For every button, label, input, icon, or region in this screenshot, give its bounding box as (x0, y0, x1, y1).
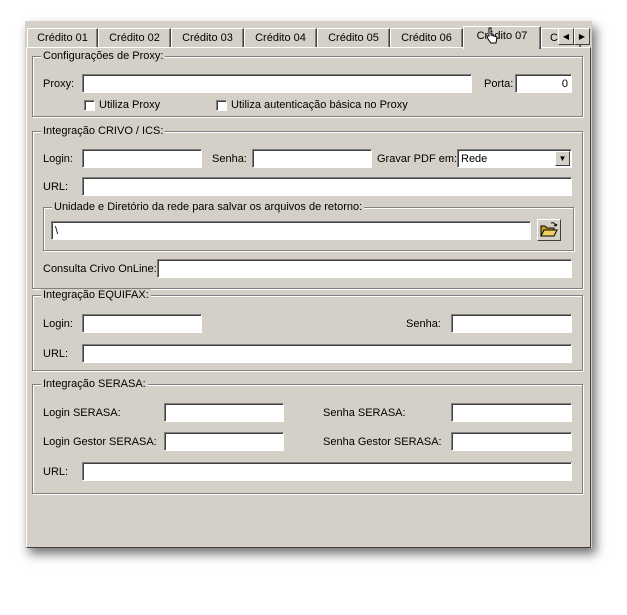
equifax-login-input[interactable] (82, 314, 202, 333)
tab-credito-05[interactable]: Crédito 05 (317, 28, 390, 48)
consulta-crivo-input[interactable] (157, 259, 572, 278)
crivo-url-label: URL: (43, 181, 69, 193)
crivo-group-title: Integração CRIVO / ICS: (41, 125, 166, 138)
consulta-crivo-label: Consulta Crivo OnLine: (43, 263, 157, 275)
crivo-url-input[interactable] (82, 177, 572, 196)
serasa-senha-gestor-input[interactable] (451, 432, 572, 451)
gravar-pdf-label: Gravar PDF em: (377, 153, 458, 165)
serasa-senha-label: Senha SERASA: (323, 407, 406, 419)
tab-strip: Crédito 01 Crédito 02 Crédito 03 Crédito… (25, 26, 592, 49)
proxy-group: Configurações de Proxy: Proxy: Porta: 0 … (32, 50, 583, 117)
tab-page: Configurações de Proxy: Proxy: Porta: 0 … (26, 47, 591, 548)
tab-label: Crédito 05 (328, 32, 379, 44)
tab-scroll-buttons: ◀ ▶ (558, 28, 590, 45)
proxy-group-title: Configurações de Proxy: (41, 50, 166, 63)
crivo-login-label: Login: (43, 153, 73, 165)
serasa-group-title: Integração SERASA: (41, 378, 148, 391)
tab-credito-02[interactable]: Crédito 02 (98, 28, 171, 48)
tab-credito-01[interactable]: Crédito 01 (27, 28, 98, 48)
crivo-login-input[interactable] (82, 149, 202, 168)
serasa-senha-gestor-label: Senha Gestor SERASA: (323, 436, 442, 448)
equifax-url-label: URL: (43, 348, 69, 360)
tab-label: Crédito 06 (401, 32, 452, 44)
utiliza-auth-checkbox[interactable] (216, 100, 227, 111)
tab-scroll-left-button[interactable]: ◀ (558, 28, 574, 45)
mouse-cursor-icon (486, 27, 498, 44)
serasa-group: Integração SERASA: Login SERASA: Senha S… (32, 378, 583, 494)
serasa-url-input[interactable] (82, 462, 572, 481)
equifax-senha-label: Senha: (406, 318, 441, 330)
tab-label: Crédito 04 (255, 32, 306, 44)
crivo-senha-input[interactable] (252, 149, 372, 168)
equifax-group-title: Integração EQUIFAX: (41, 289, 151, 302)
proxy-input[interactable] (82, 74, 472, 93)
tab-credito-06[interactable]: Crédito 06 (390, 28, 463, 48)
porta-input[interactable]: 0 (515, 74, 572, 93)
open-folder-icon (540, 222, 558, 237)
browse-folder-button[interactable] (537, 219, 561, 241)
crivo-senha-label: Senha: (212, 153, 247, 165)
equifax-login-label: Login: (43, 318, 73, 330)
utiliza-proxy-checkbox[interactable] (84, 100, 95, 111)
tab-label: Crédito 02 (109, 32, 160, 44)
equifax-senha-input[interactable] (451, 314, 572, 333)
settings-window: Crédito 01 Crédito 02 Crédito 03 Crédito… (25, 21, 592, 548)
tab-label: Crédito 01 (37, 32, 88, 44)
utiliza-proxy-label: Utiliza Proxy (99, 99, 161, 111)
serasa-login-input[interactable] (164, 403, 284, 422)
serasa-url-label: URL: (43, 466, 69, 478)
directory-input[interactable]: \ (51, 221, 531, 240)
gravar-pdf-select[interactable]: Rede ▼ (457, 149, 572, 168)
crivo-group: Integração CRIVO / ICS: Login: Senha: Gr… (32, 125, 583, 289)
serasa-login-gestor-input[interactable] (164, 432, 284, 451)
chevron-down-icon[interactable]: ▼ (555, 151, 570, 166)
serasa-login-gestor-label: Login Gestor SERASA: (43, 436, 157, 448)
gravar-pdf-value: Rede (461, 153, 488, 165)
proxy-label: Proxy: (43, 78, 75, 90)
tab-credito-04[interactable]: Crédito 04 (244, 28, 317, 48)
directory-group-title: Unidade e Diretório da rede para salvar … (52, 201, 365, 214)
equifax-url-input[interactable] (82, 344, 572, 363)
tab-scroll-right-button[interactable]: ▶ (574, 28, 590, 45)
equifax-group: Integração EQUIFAX: Login: Senha: URL: (32, 289, 583, 371)
porta-label: Porta: (484, 78, 514, 90)
serasa-senha-input[interactable] (451, 403, 572, 422)
serasa-login-label: Login SERASA: (43, 407, 121, 419)
tab-credito-03[interactable]: Crédito 03 (171, 28, 244, 48)
directory-group: Unidade e Diretório da rede para salvar … (43, 201, 574, 251)
utiliza-auth-label: Utiliza autenticação básica no Proxy (231, 99, 408, 111)
tab-credito-07[interactable]: Crédito 07 (463, 26, 541, 49)
tab-label: Crédito 03 (182, 32, 233, 44)
